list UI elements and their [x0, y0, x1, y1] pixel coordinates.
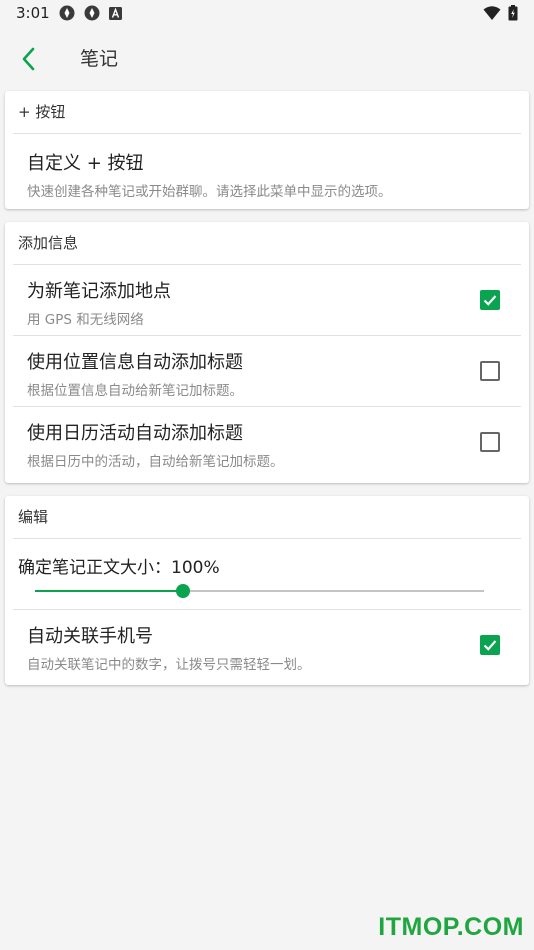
text-size-slider-row: 确定笔记正文大小：100% [5, 539, 529, 609]
item-title: 使用位置信息自动添加标题 [27, 352, 243, 373]
item-subtitle: 根据日历中的活动，自动给新笔记加标题。 [27, 454, 284, 470]
add-location-item[interactable]: 为新笔记添加地点 用 GPS 和无线网络 [5, 265, 529, 335]
watermark-logo: ITMOP.COM [378, 913, 524, 941]
customize-plus-button-item[interactable]: 自定义 + 按钮 快速创建各种笔记或开始群聊。请选择此菜单中显示的选项。 [5, 134, 529, 209]
item-subtitle: 快速创建各种笔记或开始群聊。请选择此菜单中显示的选项。 [27, 184, 392, 200]
slider-thumb[interactable] [176, 584, 191, 598]
check-icon [483, 640, 497, 651]
status-time: 3:01 [16, 4, 50, 22]
page-title: 笔记 [80, 48, 119, 70]
text-size-slider[interactable] [35, 584, 484, 598]
item-title: 自定义 + 按钮 [27, 153, 144, 174]
text-size-label: 确定笔记正文大小：100% [18, 558, 220, 578]
item-title: 为新笔记添加地点 [27, 281, 171, 302]
add-info-card: 添加信息 为新笔记添加地点 用 GPS 和无线网络 使用位置信息自动添加标题 根… [5, 222, 529, 483]
item-subtitle: 根据位置信息自动给新笔记加标题。 [27, 383, 243, 399]
item-subtitle: 自动关联笔记中的数字，让拨号只需轻轻一划。 [27, 657, 311, 673]
notification-app-icon [84, 5, 100, 21]
notification-a-icon [109, 7, 122, 20]
check-icon [483, 295, 497, 306]
item-subtitle: 用 GPS 和无线网络 [27, 312, 144, 328]
auto-link-phone-item[interactable]: 自动关联手机号 自动关联笔记中的数字，让拨号只需轻轻一划。 [5, 610, 529, 680]
app-bar: 笔记 [0, 28, 534, 90]
status-bar: 3:01 [0, 0, 534, 28]
item-title: 使用日历活动自动添加标题 [27, 423, 243, 444]
section-header: 编辑 [18, 508, 49, 526]
auto-link-phone-checkbox[interactable] [480, 635, 500, 655]
button-settings-card: + 按钮 自定义 + 按钮 快速创建各种笔记或开始群聊。请选择此菜单中显示的选项… [5, 91, 529, 209]
edit-card: 编辑 确定笔记正文大小：100% 自动关联手机号 自动关联笔记中的数字，让拨号只… [5, 496, 529, 685]
notification-app-icon [59, 5, 75, 21]
section-header: + 按钮 [18, 103, 66, 121]
calendar-auto-title-item[interactable]: 使用日历活动自动添加标题 根据日历中的活动，自动给新笔记加标题。 [5, 407, 529, 477]
slider-fill [35, 590, 184, 592]
back-arrow-icon[interactable] [16, 42, 46, 76]
battery-charging-icon [508, 5, 518, 21]
section-header: 添加信息 [18, 234, 79, 252]
location-auto-title-checkbox[interactable] [480, 361, 500, 381]
item-title: 自动关联手机号 [27, 626, 153, 647]
calendar-auto-title-checkbox[interactable] [480, 432, 500, 452]
location-auto-title-item[interactable]: 使用位置信息自动添加标题 根据位置信息自动给新笔记加标题。 [5, 336, 529, 406]
add-location-checkbox[interactable] [480, 290, 500, 310]
wifi-icon [483, 6, 501, 20]
